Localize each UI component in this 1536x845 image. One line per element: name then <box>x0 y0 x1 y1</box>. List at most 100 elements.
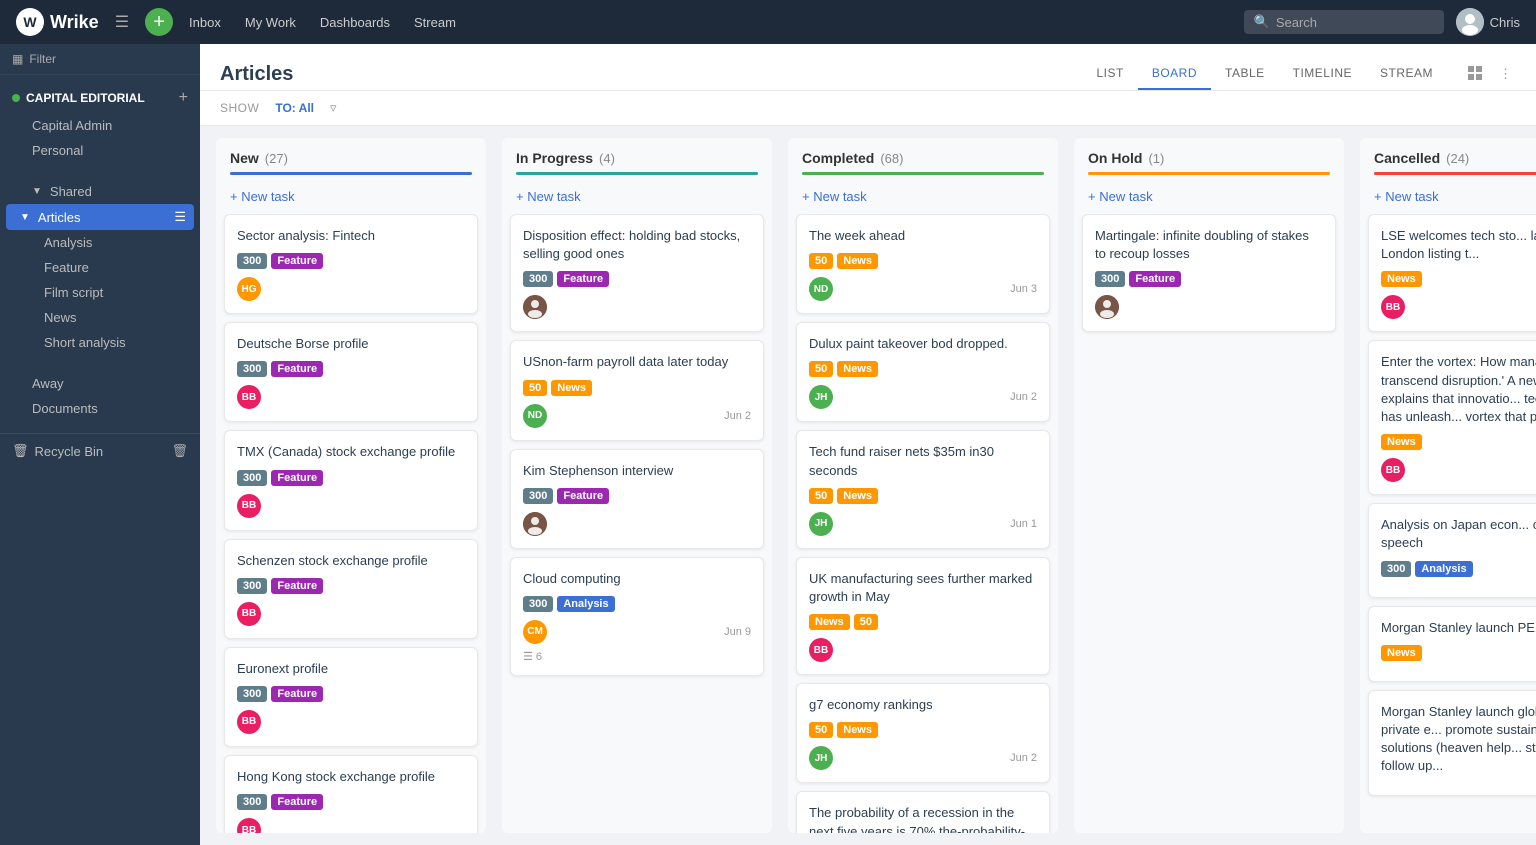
more-options-icon[interactable]: ⋮ <box>1495 62 1516 86</box>
card-deutsche-borse[interactable]: Deutsche Borse profile 300 Feature BB <box>224 322 478 422</box>
search-bar[interactable]: 🔍 <box>1244 10 1444 34</box>
column-count-new: (27) <box>265 151 288 166</box>
sidebar-item-analysis[interactable]: Analysis <box>0 230 200 255</box>
avatar: BB <box>809 638 833 662</box>
nav-stream[interactable]: Stream <box>414 15 456 30</box>
top-navigation: W Wrike ☰ + Inbox My Work Dashboards Str… <box>0 0 1536 44</box>
search-input[interactable] <box>1276 15 1434 30</box>
nav-dashboards[interactable]: Dashboards <box>320 15 390 30</box>
card-martingale[interactable]: Martingale: infinite doubling of stakes … <box>1082 214 1336 332</box>
card-tags: 300 Analysis <box>523 596 751 612</box>
card-hongkong[interactable]: Hong Kong stock exchange profile 300 Fea… <box>224 755 478 833</box>
tag-300: 300 <box>237 361 267 377</box>
show-label: SHOW <box>220 101 259 115</box>
new-task-button-new[interactable]: + New task <box>230 189 295 204</box>
tab-stream[interactable]: STREAM <box>1366 58 1447 90</box>
tag-300: 300 <box>523 596 553 612</box>
sidebar-item-capital-admin[interactable]: Capital Admin <box>0 113 200 138</box>
grid-icon[interactable]: ​ <box>1463 61 1487 88</box>
tag-analysis: Analysis <box>1415 561 1472 577</box>
card-morgan-stanley-pe[interactable]: Morgan Stanley launch PE fund News <box>1368 606 1536 682</box>
column-bar-onhold <box>1088 172 1330 175</box>
filter-icon[interactable]: ▿ <box>330 100 337 116</box>
card-footer: HG <box>237 277 465 301</box>
new-task-button-completed[interactable]: + New task <box>802 189 867 204</box>
sidebar-item-filmscript[interactable]: Film script <box>0 280 200 305</box>
tag-50: 50 <box>854 614 878 630</box>
card-usnonfarm[interactable]: USnon-farm payroll data later today 50 N… <box>510 340 764 440</box>
sidebar-item-articles[interactable]: ▼ Articles ☰ <box>6 204 194 230</box>
card-tech-fund[interactable]: Tech fund raiser nets $35m in30 seconds … <box>796 430 1050 548</box>
card-euronext[interactable]: Euronext profile 300 Feature BB <box>224 647 478 747</box>
card-title: g7 economy rankings <box>809 696 1037 714</box>
card-title: Enter the vortex: How managers can trans… <box>1381 353 1536 426</box>
to-all-filter[interactable]: TO: All <box>267 99 322 117</box>
tab-table[interactable]: TABLE <box>1211 58 1279 90</box>
avatar: CM <box>523 620 547 644</box>
sidebar-item-away[interactable]: Away <box>0 371 200 396</box>
avatar: HG <box>237 277 261 301</box>
nav-inbox[interactable]: Inbox <box>189 15 221 30</box>
tag-news: News <box>837 361 878 377</box>
card-title: Schenzen stock exchange profile <box>237 552 465 570</box>
tag-feature: Feature <box>557 488 609 504</box>
hamburger-menu[interactable]: ☰ <box>115 12 129 32</box>
card-japan-economy[interactable]: Analysis on Japan econ... off Bernanke s… <box>1368 503 1536 597</box>
card-tags: 50 News <box>809 722 1037 738</box>
card-schenzen[interactable]: Schenzen stock exchange profile 300 Feat… <box>224 539 478 639</box>
tab-list[interactable]: LIST <box>1082 58 1137 90</box>
card-tags: 300 Feature <box>237 794 465 810</box>
avatar <box>1456 8 1484 36</box>
trash-icon: 🗑 <box>12 443 29 459</box>
card-kim-stephenson[interactable]: Kim Stephenson interview 300 Feature <box>510 449 764 549</box>
card-tmx[interactable]: TMX (Canada) stock exchange profile 300 … <box>224 430 478 530</box>
card-g7-economy[interactable]: g7 economy rankings 50 News JH Jun 2 <box>796 683 1050 783</box>
sidebar-item-recycle[interactable]: 🗑 Recycle Bin 🗑 <box>0 438 200 464</box>
tab-timeline[interactable]: TIMELINE <box>1279 58 1366 90</box>
tag-feature: Feature <box>271 253 323 269</box>
tag-news: News <box>1381 271 1422 287</box>
column-title-new: New <box>230 150 259 166</box>
new-task-button-cancelled[interactable]: + New task <box>1374 189 1439 204</box>
card-week-ahead[interactable]: The week ahead 50 News ND Jun 3 <box>796 214 1050 314</box>
sidebar-item-documents[interactable]: Documents <box>0 396 200 421</box>
card-dulux[interactable]: Dulux paint takeover bod dropped. 50 New… <box>796 322 1050 422</box>
sidebar-item-feature[interactable]: Feature <box>0 255 200 280</box>
nav-mywork[interactable]: My Work <box>245 15 296 30</box>
card-footer: BB <box>1381 295 1536 319</box>
new-task-button-inprogress[interactable]: + New task <box>516 189 581 204</box>
sidebar-item-personal[interactable]: Personal <box>0 138 200 163</box>
card-disposition[interactable]: Disposition effect: holding bad stocks, … <box>510 214 764 332</box>
card-lse[interactable]: LSE welcomes tech sto... largest London … <box>1368 214 1536 332</box>
recycle-delete-icon: 🗑 <box>171 443 188 459</box>
column-bar-cancelled <box>1374 172 1536 175</box>
create-button[interactable]: + <box>145 8 173 36</box>
tab-board[interactable]: BOARD <box>1138 58 1211 90</box>
card-tags: 50 News <box>809 488 1037 504</box>
sidebar-item-shared[interactable]: ▼ Shared <box>0 179 200 204</box>
articles-icon: ☰ <box>174 209 186 225</box>
avatar: BB <box>237 494 261 518</box>
card-recession-probability[interactable]: The probability of a recession in the ne… <box>796 791 1050 833</box>
tag-50: 50 <box>809 253 833 269</box>
card-footer: BB <box>237 385 465 409</box>
logo[interactable]: W Wrike <box>16 8 99 36</box>
sidebar-item-short-analysis[interactable]: Short analysis <box>0 330 200 355</box>
card-footer: BB <box>237 602 465 626</box>
sidebar-item-news[interactable]: News <box>0 305 200 330</box>
avatar <box>523 295 547 319</box>
card-sector-analysis[interactable]: Sector analysis: Fintech 300 Feature HG <box>224 214 478 314</box>
new-task-button-onhold[interactable]: + New task <box>1088 189 1153 204</box>
card-cloud-computing[interactable]: Cloud computing 300 Analysis CM Jun 9 ☰ … <box>510 557 764 676</box>
org-name: CAPITAL EDITORIAL <box>12 91 145 105</box>
card-title: UK manufacturing sees further marked gro… <box>809 570 1037 606</box>
card-enter-vortex[interactable]: Enter the vortex: How managers can trans… <box>1368 340 1536 495</box>
card-morgan-stanley-global[interactable]: Morgan Stanley launch global impact priv… <box>1368 690 1536 797</box>
card-date: Jun 1 <box>1010 518 1037 530</box>
card-title: The week ahead <box>809 227 1037 245</box>
column-bar-new <box>230 172 472 175</box>
column-bar-inprogress <box>516 172 758 175</box>
card-uk-manufacturing[interactable]: UK manufacturing sees further marked gro… <box>796 557 1050 675</box>
sidebar-filter[interactable]: ▦ Filter <box>0 44 200 75</box>
sidebar-add-button[interactable]: + <box>179 89 188 107</box>
